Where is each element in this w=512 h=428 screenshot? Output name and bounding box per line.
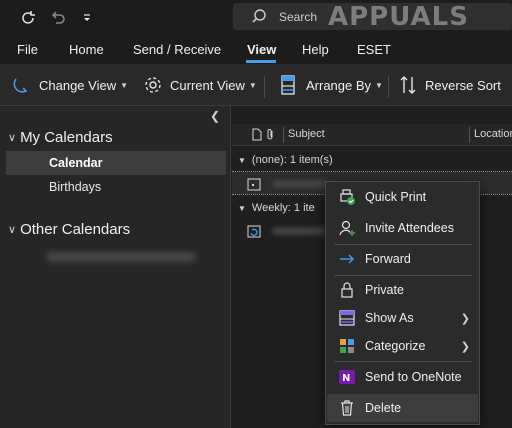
blurred-subject bbox=[272, 227, 327, 235]
group-none-label: (none): 1 item(s) bbox=[251, 154, 333, 166]
menu-home[interactable]: Home bbox=[69, 42, 104, 57]
menu-item-show-as[interactable]: Show As ❯ bbox=[327, 304, 478, 332]
my-calendars-group[interactable]: ∨ My Calendars bbox=[8, 129, 113, 146]
menu-item-label: Private bbox=[365, 283, 404, 297]
chevron-down-icon: ∨ bbox=[8, 224, 17, 236]
reverse-sort-label: Reverse Sort bbox=[425, 77, 501, 93]
menu-item-categorize[interactable]: Categorize ❯ bbox=[327, 332, 478, 360]
active-tab-indicator bbox=[246, 60, 276, 63]
subject-column-header[interactable]: Subject bbox=[288, 128, 325, 140]
menu-item-label: Quick Print bbox=[365, 190, 427, 204]
menu-item-label: Forward bbox=[365, 252, 411, 266]
forward-arrow-icon bbox=[338, 250, 356, 268]
menu-help[interactable]: Help bbox=[302, 42, 329, 57]
column-header: Subject Location bbox=[232, 124, 512, 146]
undo-icon[interactable] bbox=[48, 8, 68, 28]
document-icon bbox=[252, 128, 262, 144]
menu-item-label: Invite Attendees bbox=[365, 221, 454, 235]
sync-icon[interactable] bbox=[18, 8, 38, 28]
current-view-label: Current View bbox=[170, 77, 245, 93]
attachment-icon bbox=[266, 128, 276, 144]
menu-item-invite-attendees[interactable]: Invite Attendees bbox=[327, 214, 478, 242]
title-bar: Search APPUALS bbox=[0, 0, 512, 36]
change-view-label: Change View bbox=[39, 77, 117, 93]
menu-item-label: Delete bbox=[365, 401, 402, 415]
menu-item-forward[interactable]: Forward bbox=[327, 245, 478, 273]
arrange-by-label: Arrange By bbox=[306, 77, 372, 93]
trash-icon bbox=[338, 399, 356, 417]
ribbon: Change View ▼ Current View ▼ Arrange By ▼ R… bbox=[0, 64, 512, 106]
chevron-down-icon: ▼ bbox=[238, 156, 246, 165]
menu-file[interactable]: File bbox=[17, 42, 38, 57]
ribbon-separator bbox=[388, 76, 389, 98]
other-calendars-label: Other Calendars bbox=[20, 221, 131, 238]
chevron-right-icon: ❯ bbox=[460, 312, 470, 325]
column-divider bbox=[469, 127, 470, 143]
context-menu: Quick Print Invite Attendees Forward Pri… bbox=[325, 181, 480, 425]
svg-text:N: N bbox=[342, 373, 350, 384]
menu-separator bbox=[334, 361, 472, 362]
menu-eset[interactable]: ESET bbox=[357, 42, 391, 57]
change-view-button[interactable]: Change View ▼ bbox=[12, 74, 128, 96]
watermark-logo: APPUALS bbox=[328, 2, 469, 32]
lock-icon bbox=[338, 281, 356, 299]
search-placeholder: Search bbox=[279, 10, 318, 24]
arrange-by-button[interactable]: Arrange By ▼ bbox=[279, 74, 383, 96]
column-divider bbox=[283, 127, 284, 143]
folder-pane: ❮ ∨ My Calendars Calendar Birthdays ∨ Ot… bbox=[0, 106, 231, 428]
menu-item-label: Send to OneNote bbox=[365, 370, 462, 384]
menu-item-send-to-onenote[interactable]: N Send to OneNote bbox=[327, 363, 478, 391]
blurred-calendar-name[interactable] bbox=[46, 252, 196, 262]
arrange-by-icon bbox=[281, 75, 295, 95]
birthdays-item[interactable]: Birthdays bbox=[6, 175, 226, 199]
menu-item-private[interactable]: Private bbox=[327, 276, 478, 304]
menu-item-label: Show As bbox=[365, 311, 414, 325]
reverse-sort-icon bbox=[400, 76, 416, 94]
search-icon bbox=[251, 8, 267, 27]
blurred-subject bbox=[272, 180, 327, 188]
group-header-weekly[interactable]: ▼ Weekly: 1 ite bbox=[238, 202, 315, 214]
reverse-sort-button[interactable]: Reverse Sort bbox=[398, 74, 501, 96]
invite-attendees-icon bbox=[338, 219, 356, 237]
calendar-appointment-icon bbox=[246, 176, 262, 195]
recurring-appointment-icon bbox=[246, 223, 262, 242]
group-weekly-label: Weekly: 1 ite bbox=[251, 202, 315, 214]
ribbon-separator bbox=[264, 76, 265, 98]
chevron-down-icon: ▼ bbox=[238, 204, 246, 213]
chevron-right-icon: ❯ bbox=[460, 340, 470, 353]
onenote-icon: N bbox=[338, 368, 356, 386]
quick-print-icon bbox=[338, 188, 356, 206]
current-view-button[interactable]: Current View ▼ bbox=[143, 74, 257, 96]
show-as-icon bbox=[338, 309, 356, 327]
gear-icon bbox=[145, 77, 161, 93]
menu-send-receive[interactable]: Send / Receive bbox=[133, 42, 221, 57]
menu-item-delete[interactable]: Delete bbox=[327, 394, 478, 422]
collapse-pane-icon[interactable]: ❮ bbox=[210, 109, 220, 123]
group-header-none[interactable]: ▼ (none): 1 item(s) bbox=[238, 154, 333, 166]
menu-view[interactable]: View bbox=[247, 42, 276, 57]
chevron-down-icon: ∨ bbox=[8, 132, 17, 144]
my-calendars-label: My Calendars bbox=[20, 129, 113, 146]
calendar-item[interactable]: Calendar bbox=[6, 151, 226, 175]
other-calendars-group[interactable]: ∨ Other Calendars bbox=[8, 221, 130, 238]
categorize-icon bbox=[338, 337, 356, 355]
menu-item-label: Categorize bbox=[365, 339, 426, 353]
menu-item-quick-print[interactable]: Quick Print bbox=[327, 183, 478, 211]
location-column-header[interactable]: Location bbox=[474, 128, 512, 140]
change-view-icon bbox=[13, 78, 28, 93]
customize-toolbar-icon[interactable] bbox=[77, 8, 97, 28]
